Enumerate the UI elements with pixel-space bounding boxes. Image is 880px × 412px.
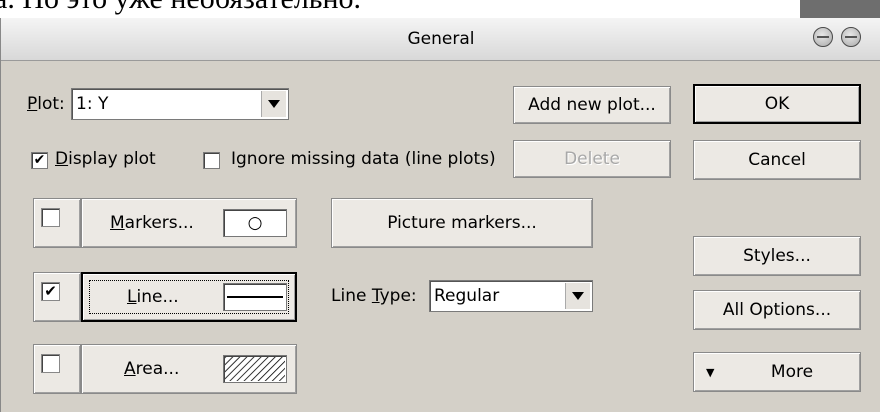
dropdown-arrow-icon[interactable] <box>261 91 286 117</box>
line-type-value: Regular <box>434 286 500 306</box>
marker-swatch[interactable]: ○ <box>223 209 287 237</box>
area-label: Area... <box>124 359 180 379</box>
background-text: а. Но это уже необязательно. <box>0 0 361 16</box>
display-plot-label: Display plot <box>55 149 156 169</box>
markers-toggle[interactable] <box>33 198 81 248</box>
area-checkbox[interactable] <box>41 354 60 373</box>
markers-label: Markers... <box>110 213 194 233</box>
line-swatch[interactable] <box>223 283 287 311</box>
line-toggle[interactable]: ✔ <box>33 272 81 322</box>
plot-label: Plot: <box>27 94 65 114</box>
collapse-icon[interactable] <box>841 27 861 47</box>
general-dialog: General Plot: 1: Y Add new plot... OK ✔ … <box>0 18 880 412</box>
line-type-label: Line Type: <box>331 286 417 306</box>
add-new-plot-button[interactable]: Add new plot... <box>513 86 671 124</box>
minimize-icon[interactable] <box>813 27 833 47</box>
ignore-missing-checkbox[interactable] <box>203 152 220 169</box>
plot-select[interactable]: 1: Y <box>71 88 289 120</box>
background-window <box>800 0 880 20</box>
line-checkbox[interactable]: ✔ <box>41 282 60 301</box>
ignore-missing-label: Ignore missing data (line plots) <box>231 149 496 169</box>
check-icon: ✔ <box>33 152 46 168</box>
markers-checkbox[interactable] <box>41 208 60 227</box>
more-button[interactable]: ▼ More <box>693 352 861 392</box>
area-toggle[interactable] <box>33 344 81 394</box>
dialog-title: General <box>407 29 475 49</box>
more-icon: ▼ <box>706 365 715 379</box>
cancel-button[interactable]: Cancel <box>693 140 861 180</box>
hatch-pattern-icon <box>225 357 285 381</box>
line-style-icon <box>227 296 283 298</box>
line-type-select[interactable]: Regular <box>429 280 593 312</box>
picture-markers-button[interactable]: Picture markers... <box>331 198 593 248</box>
delete-button[interactable]: Delete <box>513 140 671 178</box>
ok-button[interactable]: OK <box>693 84 861 124</box>
styles-button[interactable]: Styles... <box>693 236 861 276</box>
plot-select-value: 1: Y <box>76 94 109 114</box>
title-bar[interactable]: General <box>1 18 880 61</box>
line-label: Line... <box>127 287 179 307</box>
all-options-button[interactable]: All Options... <box>693 290 861 330</box>
display-plot-checkbox[interactable]: ✔ <box>31 152 48 169</box>
check-icon: ✔ <box>44 282 57 300</box>
area-swatch[interactable] <box>223 355 287 383</box>
circle-marker-icon: ○ <box>247 213 263 233</box>
more-label: More <box>770 362 814 382</box>
dropdown-arrow-icon[interactable] <box>565 283 590 309</box>
